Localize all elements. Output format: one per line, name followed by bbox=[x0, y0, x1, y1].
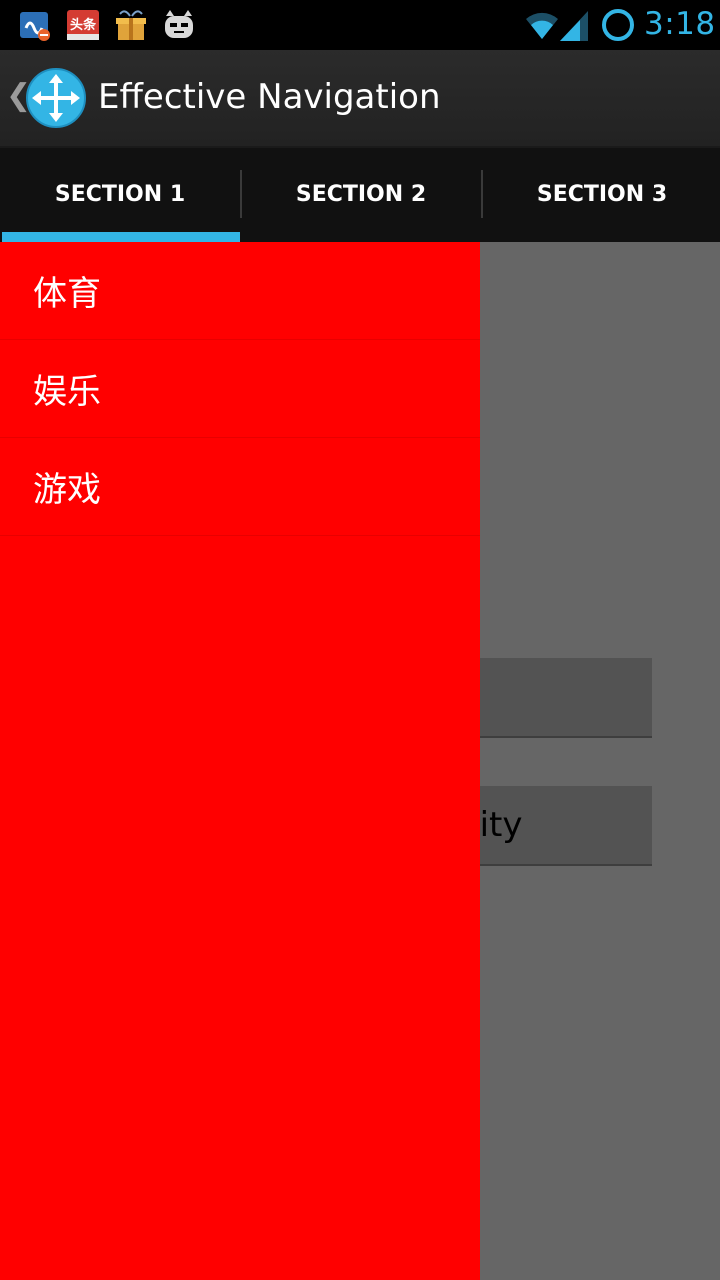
drawer-item-sports[interactable]: 体育 bbox=[0, 242, 480, 340]
tab-label: SECTION 3 bbox=[536, 181, 668, 207]
tab-section-2[interactable]: SECTION 2 bbox=[241, 148, 481, 242]
tab-section-1[interactable]: SECTION 1 bbox=[0, 148, 240, 242]
action-bar: ❮ Effective Navigation bbox=[0, 50, 720, 148]
drawer-item-games[interactable]: 游戏 bbox=[0, 438, 480, 536]
app-title: Effective Navigation bbox=[98, 77, 441, 117]
tab-label: SECTION 2 bbox=[295, 181, 427, 207]
sync-ring-icon bbox=[602, 9, 634, 41]
status-bar: 头条 3:18 bbox=[0, 0, 720, 50]
selected-tab-indicator bbox=[2, 232, 240, 242]
toutiao-badge-text: 头条 bbox=[70, 17, 97, 33]
cyanogen-mascot-icon bbox=[165, 10, 193, 38]
move-arrows-icon[interactable] bbox=[26, 68, 86, 128]
drawer-item-label: 游戏 bbox=[33, 470, 101, 510]
navigation-drawer: 体育 娱乐 游戏 bbox=[0, 242, 480, 1280]
status-clock: 3:18 bbox=[644, 6, 716, 42]
drawer-item-entertainment[interactable]: 娱乐 bbox=[0, 340, 480, 438]
tab-bar: SECTION 1 SECTION 2 SECTION 3 bbox=[0, 148, 720, 242]
drawer-item-label: 娱乐 bbox=[33, 372, 101, 412]
drawer-item-label: 体育 bbox=[33, 274, 101, 314]
signal-strength-icon bbox=[560, 11, 588, 41]
tab-label: SECTION 1 bbox=[54, 181, 186, 207]
usb-debug-icon bbox=[20, 12, 50, 41]
toutiao-app-icon: 头条 bbox=[67, 10, 99, 40]
gift-box-icon bbox=[116, 10, 146, 40]
wifi-icon bbox=[526, 12, 558, 39]
tab-section-3[interactable]: SECTION 3 bbox=[482, 148, 720, 242]
